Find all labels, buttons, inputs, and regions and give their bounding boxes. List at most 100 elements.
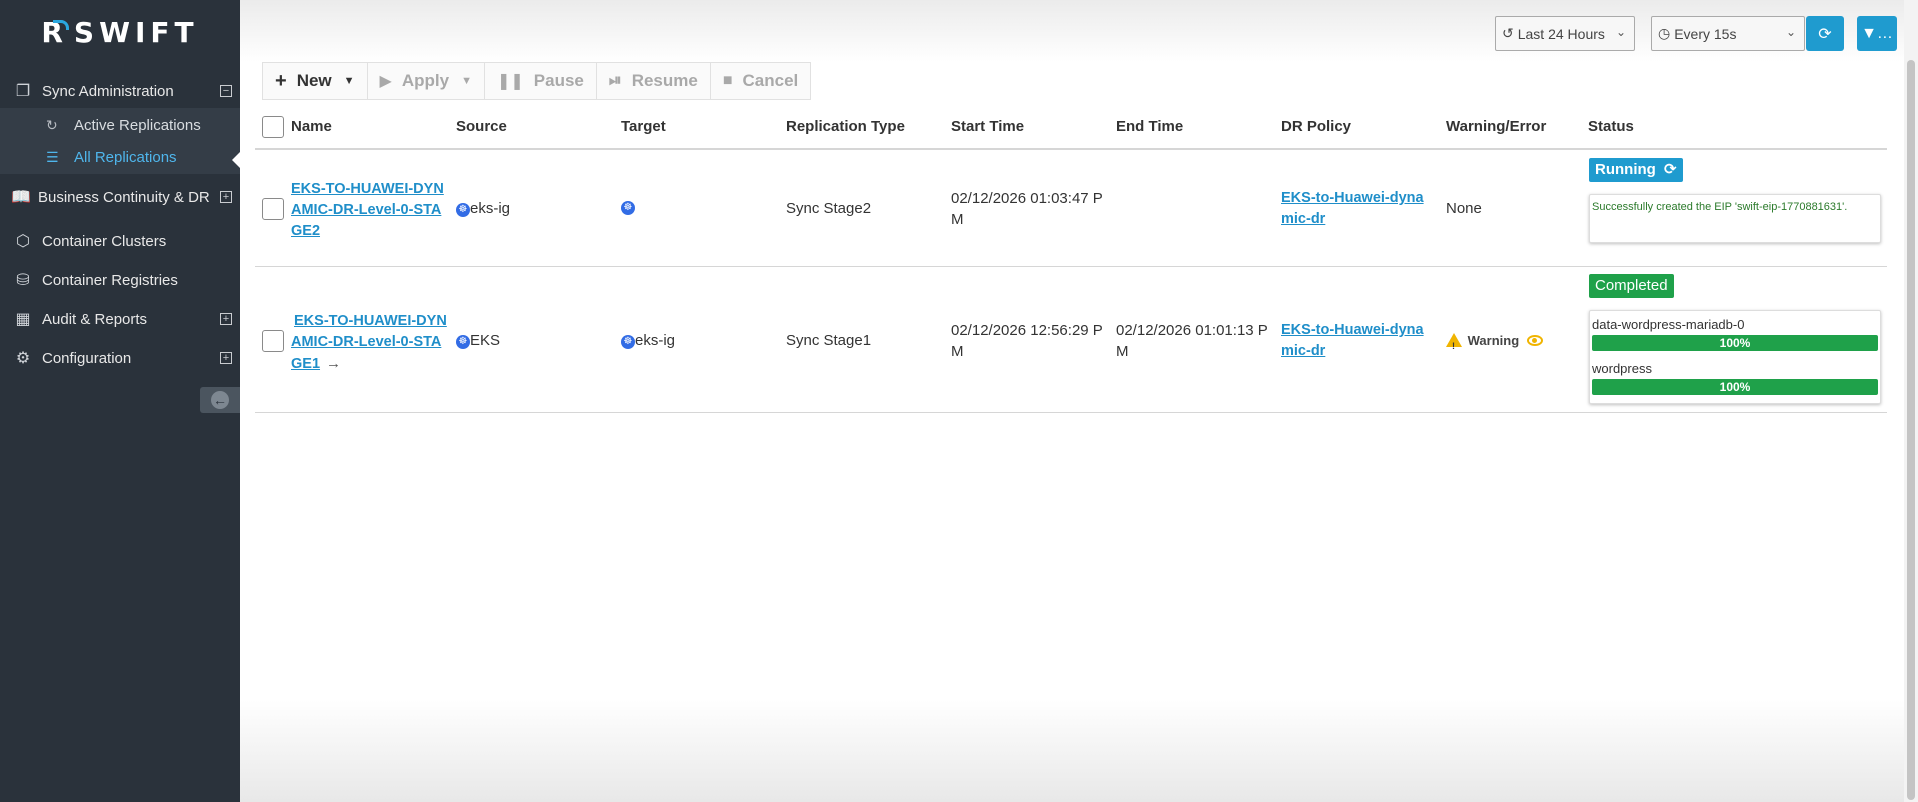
sidebar-item-configuration[interactable]: ⚙ Configuration + (0, 347, 240, 369)
kubernetes-icon: ☸ (621, 335, 635, 349)
app-logo[interactable]: R SWIFT (0, 0, 240, 64)
chevron-down-icon: ⌄ (1785, 25, 1796, 39)
new-label: New (296, 71, 332, 90)
caret-down-icon: ▼ (461, 75, 472, 87)
sidebar-item-all-replications[interactable]: ☰ All Replications (0, 147, 240, 167)
table-header: Name Source Target Replication Type Star… (255, 110, 1887, 150)
kubernetes-icon: ☸ (456, 203, 470, 217)
cancel-button[interactable]: ■ Cancel (711, 63, 810, 99)
progress-bar: 100% (1592, 335, 1878, 351)
column-header-target[interactable]: Target (621, 118, 666, 135)
status-badge: Running ⟳ (1589, 158, 1683, 182)
stop-icon: ■ (722, 72, 733, 89)
sidebar-item-label: Sync Administration (42, 82, 174, 100)
progress-label: wordpress (1592, 361, 1652, 376)
column-header-end-time[interactable]: End Time (1116, 118, 1183, 135)
refresh-icon: ↻ (46, 116, 58, 133)
replication-type-cell: Sync Stage1 (786, 332, 872, 349)
cube-icon: ⬡ (16, 233, 30, 250)
column-header-name[interactable]: Name (291, 118, 332, 135)
warning-icon: ! (1446, 333, 1462, 351)
sidebar: R SWIFT ❐ Sync Administration − ↻ Active… (0, 0, 240, 802)
sidebar-item-audit-reports[interactable]: ▦ Audit & Reports + (0, 308, 240, 330)
scrollbar-thumb[interactable] (1907, 60, 1915, 800)
status-badge: Completed (1589, 274, 1674, 298)
logo-text: SWIFT (73, 15, 199, 49)
plus-icon: + (275, 69, 287, 92)
refresh-button[interactable]: ⟳ (1806, 16, 1844, 51)
replication-name-link[interactable]: EKS-TO-HUAWEI-DYN AMIC-DR-Level-0-STA GE… (291, 311, 451, 375)
apply-label: Apply (401, 71, 450, 90)
status-message-box: Successfully created the EIP 'swift-eip-… (1589, 194, 1881, 243)
page-scrollbar[interactable] (1904, 0, 1918, 802)
collapse-icon[interactable]: − (220, 85, 232, 97)
cancel-label: Cancel (742, 71, 799, 90)
chevron-down-icon: ⌄ (1615, 25, 1626, 39)
sidebar-item-label: All Replications (74, 148, 177, 166)
replication-type-cell: Sync Stage2 (786, 200, 872, 217)
logo-mark-icon: R (41, 15, 70, 49)
filter-button[interactable]: ▼… (1857, 16, 1897, 51)
sidebar-item-container-clusters[interactable]: ⬡ Container Clusters (0, 230, 240, 252)
filter-icon: ▼… (1861, 24, 1893, 42)
row-checkbox[interactable] (262, 198, 284, 220)
target-cell: ☸ (621, 196, 635, 217)
column-header-dr-policy[interactable]: DR Policy (1281, 118, 1351, 135)
sidebar-item-label: Container Clusters (42, 232, 167, 250)
main-content: ↺ Last 24 Hours ⌄ ◷ Every 15s ⌄ ⟳ ▼… + N… (240, 0, 1918, 802)
eye-icon[interactable] (1526, 335, 1543, 346)
arrow-left-icon: ← (211, 391, 229, 409)
replication-name-link[interactable]: EKS-TO-HUAWEI-DYN AMIC-DR-Level-0-STA GE… (291, 179, 451, 242)
source-cell: ☸ eks-ig (456, 198, 510, 219)
column-header-replication-type[interactable]: Replication Type (786, 118, 905, 135)
action-toolbar: + New ▼ ▶ Apply ▼ ❚❚ Pause ⏯ Resume ■ Ca… (262, 62, 812, 100)
column-header-source[interactable]: Source (456, 118, 507, 135)
sidebar-item-label: Audit & Reports (42, 310, 148, 328)
dr-policy-link[interactable]: EKS-to-Huawei-dyna mic-dr (1281, 320, 1424, 362)
progress-box: data-wordpress-mariadb-0 100% wordpress … (1589, 310, 1881, 404)
refresh-icon: ⟳ (1818, 25, 1832, 43)
expand-icon[interactable]: + (220, 191, 232, 203)
expand-icon[interactable]: + (220, 313, 232, 325)
table-row: EKS-TO-HUAWEI-DYN AMIC-DR-Level-0-STA GE… (255, 150, 1887, 267)
target-cell: ☸ eks-ig (621, 330, 675, 351)
refresh-interval-select[interactable]: ◷ Every 15s ⌄ (1651, 16, 1805, 51)
time-range-value: Last 24 Hours (1517, 25, 1605, 42)
resume-button[interactable]: ⏯ Resume (597, 63, 711, 99)
pause-button[interactable]: ❚❚ Pause (485, 63, 597, 99)
caret-down-icon: ▼ (343, 75, 355, 87)
history-icon: ↺ (1502, 25, 1514, 41)
new-button[interactable]: + New ▼ (263, 63, 368, 99)
table-row: EKS-TO-HUAWEI-DYN AMIC-DR-Level-0-STA GE… (255, 267, 1887, 413)
copy-icon: ❐ (15, 83, 31, 100)
expand-icon[interactable]: + (220, 352, 232, 364)
select-all-checkbox[interactable] (262, 116, 284, 138)
clock-icon: ◷ (1658, 25, 1671, 41)
page-footer-area (240, 700, 1918, 802)
start-time-cell: 02/12/2026 12:56:29 P M (951, 322, 1103, 360)
column-header-status[interactable]: Status (1588, 118, 1634, 135)
spinner-icon: ⟳ (1664, 161, 1677, 178)
top-bar: ↺ Last 24 Hours ⌄ ◷ Every 15s ⌄ ⟳ ▼… (240, 0, 1918, 62)
source-cell: ☸ EKS (456, 330, 500, 351)
apply-button[interactable]: ▶ Apply ▼ (368, 63, 485, 99)
column-header-start-time[interactable]: Start Time (951, 118, 1024, 135)
sidebar-collapse-button[interactable]: ← (200, 387, 240, 413)
warning-cell: ! Warning (1446, 330, 1543, 351)
sidebar-item-active-replications[interactable]: ↻ Active Replications (0, 115, 240, 135)
dr-policy-link[interactable]: EKS-to-Huawei-dyna mic-dr (1281, 188, 1424, 230)
end-time-cell: 02/12/2026 01:01:13 P M (1116, 322, 1268, 360)
table-icon: ▦ (15, 311, 31, 328)
sidebar-item-container-registries[interactable]: ⛁ Container Registries (0, 269, 240, 291)
row-checkbox[interactable] (262, 330, 284, 352)
sidebar-item-label: Configuration (42, 349, 132, 367)
status-message: Successfully created the EIP 'swift-eip-… (1592, 201, 1848, 213)
sidebar-item-sync-administration[interactable]: ❐ Sync Administration − (0, 80, 240, 102)
pause-label: Pause (533, 71, 584, 90)
time-range-select[interactable]: ↺ Last 24 Hours ⌄ (1495, 16, 1635, 51)
column-header-warning-error[interactable]: Warning/Error (1446, 118, 1546, 135)
sidebar-item-business-continuity[interactable]: 📖 Business Continuity & DR + (0, 186, 240, 208)
gears-icon: ⚙ (15, 350, 31, 367)
refresh-interval-value: Every 15s (1674, 25, 1737, 42)
play-icon: ▶ (379, 73, 392, 90)
